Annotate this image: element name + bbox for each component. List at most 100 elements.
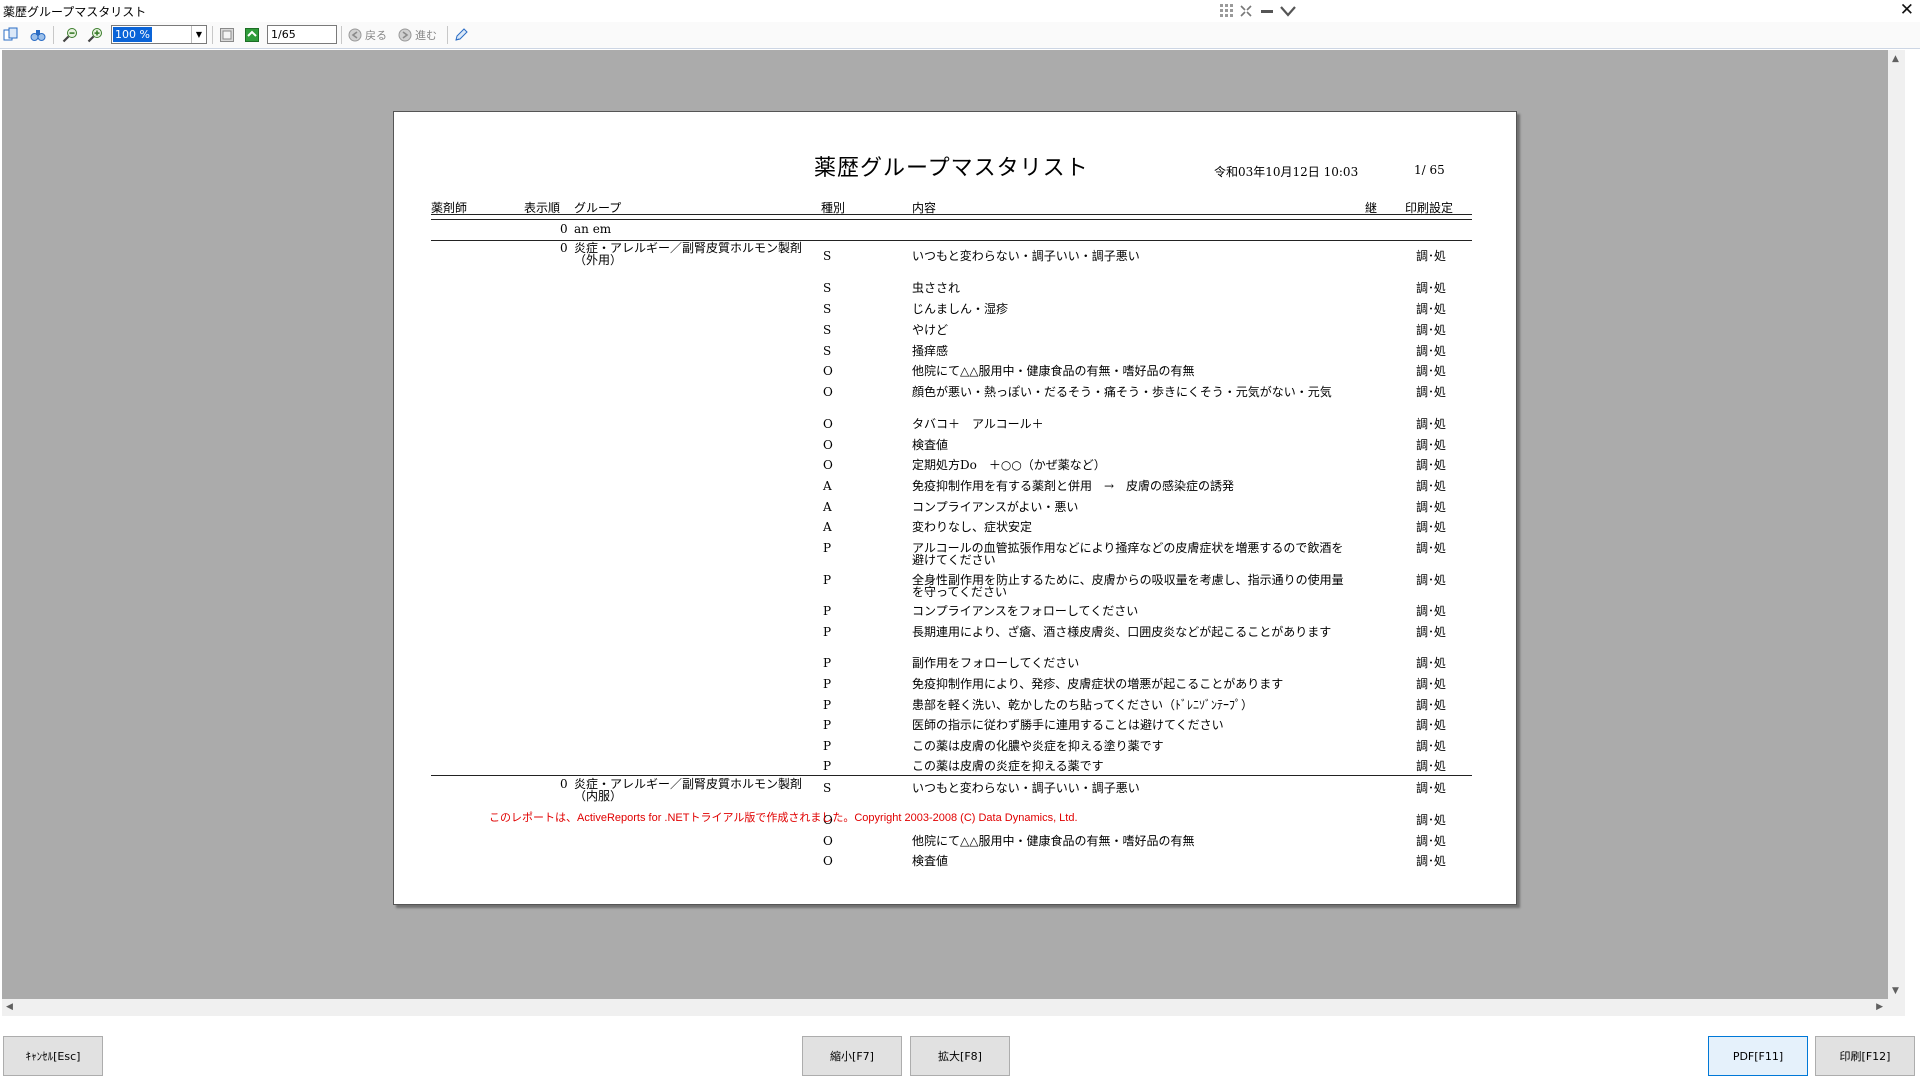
row-print-setting: 調･処	[1416, 718, 1447, 732]
row-content: じんましん・湿疹	[912, 302, 1009, 316]
row-kind: P	[823, 656, 832, 670]
row-kind: P	[823, 677, 832, 691]
zoom-out-tool-button[interactable]	[62, 25, 78, 45]
forward-label: 進む	[415, 29, 437, 42]
dropdown-arrow-icon[interactable]: ▼	[191, 26, 206, 43]
back-icon	[348, 28, 362, 42]
report-preview-window: 薬歴グループマスタリスト ✕ 100 % ▼ 1/65 戻る 進む 薬歴グループ…	[0, 0, 1920, 1080]
row-print-setting: 調･処	[1416, 417, 1447, 431]
find-button[interactable]	[30, 25, 46, 45]
row-kind: P	[823, 739, 832, 753]
row-content: 副作用をフォローしてください	[912, 656, 1080, 670]
scroll-up-icon[interactable]: ▲	[1892, 54, 1899, 64]
report-page-number: 1/ 65	[1414, 163, 1445, 177]
row-print-setting: 調･処	[1416, 364, 1447, 378]
row-kind: A	[823, 500, 832, 514]
header-rule	[431, 219, 1472, 220]
pdf-button[interactable]: PDF[F11]	[1708, 1036, 1808, 1076]
annotation-button[interactable]	[453, 25, 469, 45]
row-kind: P	[823, 718, 832, 732]
row-kind: P	[823, 698, 832, 712]
row-content: コンプライアンスをフォローしてください	[912, 604, 1139, 618]
row-kind: O	[823, 364, 833, 378]
page-prev-icon	[220, 28, 234, 42]
row-print-setting: 調･処	[1416, 625, 1447, 639]
row-print-setting: 調･処	[1416, 479, 1447, 493]
row-kind: P	[823, 573, 832, 587]
row-kind: P	[823, 541, 832, 555]
row-content: 医師の指示に従わず勝手に連用することは避けてください	[912, 718, 1224, 732]
zoom-in-button[interactable]: 拡大[F8]	[910, 1036, 1010, 1076]
row-content: やけど	[912, 323, 949, 337]
group-divider	[431, 775, 1472, 776]
back-button[interactable]: 戻る	[347, 25, 387, 45]
row-content: 患部を軽く洗い、乾かしたのち貼ってください（ﾄﾞﾚﾆｿﾞﾝﾃｰﾌﾟ）	[912, 698, 1254, 712]
row-content: 虫さされ	[912, 281, 961, 295]
scroll-down-icon[interactable]: ▼	[1892, 986, 1899, 996]
row-print-setting: 調･処	[1416, 302, 1447, 316]
close-icon[interactable]: ✕	[1900, 0, 1914, 20]
zoom-out-icon	[62, 28, 77, 43]
row-content: 全身性副作用を防止するために、皮膚からの吸収量を考慮し、指示通りの使用量を守って…	[912, 573, 1344, 599]
chevron-down-icon[interactable]	[1277, 1, 1299, 21]
row-kind: O	[823, 438, 833, 452]
binoculars-icon	[30, 30, 46, 41]
row-content: いつもと変わらない・調子いい・調子悪い	[912, 781, 1140, 795]
row-content: タバコ＋ アルコール＋	[912, 417, 1044, 431]
viewer-toolbar: 100 % ▼ 1/65 戻る 進む	[0, 22, 1920, 49]
row-kind: S	[823, 281, 832, 295]
forward-button[interactable]: 進む	[397, 25, 437, 45]
group-order: 0	[560, 222, 568, 236]
row-content: 定期処方Do ＋○○（かぜ薬など）	[912, 458, 1106, 472]
row-print-setting: 調･処	[1416, 458, 1447, 472]
zoom-out-button[interactable]: 縮小[F7]	[802, 1036, 902, 1076]
row-content: この薬は皮膚の化膿や炎症を抑える塗り薬です	[912, 739, 1164, 753]
zoom-in-icon	[87, 28, 102, 43]
row-print-setting: 調･処	[1416, 677, 1447, 691]
row-kind: S	[823, 302, 832, 316]
cancel-button[interactable]: ｷｬﾝｾﾙ[Esc]	[3, 1036, 103, 1076]
toolbar-separator	[447, 26, 448, 44]
row-kind: A	[823, 520, 832, 534]
row-content: アルコールの血管拡張作用などにより掻痒などの皮膚症状を増悪するので飲酒を避けてく…	[912, 541, 1344, 567]
row-content: コンプライアンスがよい・悪い	[912, 500, 1079, 514]
row-print-setting: 調･処	[1416, 541, 1447, 555]
pencil-icon	[455, 28, 468, 41]
row-print-setting: 調･処	[1416, 739, 1447, 753]
next-page-button[interactable]	[244, 25, 260, 45]
zoom-select[interactable]: 100 % ▼	[111, 25, 207, 44]
copy-icon	[3, 27, 18, 41]
prev-page-button[interactable]	[219, 25, 235, 45]
minimize-icon[interactable]	[1256, 1, 1278, 21]
row-kind: P	[823, 604, 832, 618]
toolbar-separator	[341, 26, 342, 44]
report-viewer[interactable]: 薬歴グループマスタリスト 令和03年10月12日 10:03 1/ 65 薬剤師…	[2, 50, 1905, 1016]
vertical-scrollbar[interactable]: ▲ ▼	[1888, 50, 1905, 1016]
row-kind: P	[823, 625, 832, 639]
row-kind: A	[823, 479, 832, 493]
row-kind: O	[823, 458, 833, 472]
row-print-setting: 調･処	[1416, 759, 1447, 773]
collapse-icon[interactable]	[1235, 1, 1257, 21]
print-button[interactable]: 印刷[F12]	[1815, 1036, 1915, 1076]
report-date: 令和03年10月12日 10:03	[1214, 165, 1359, 179]
back-label: 戻る	[365, 29, 387, 42]
row-print-setting: 調･処	[1416, 281, 1447, 295]
row-content: 他院にて△△服用中・健康食品の有無・嗜好品の有無	[912, 834, 1195, 848]
zoom-value: 100 %	[113, 27, 152, 42]
row-print-setting: 調･処	[1416, 573, 1447, 587]
group-name: 炎症・アレルギー／副腎皮質ホルモン製剤（外用）	[574, 241, 803, 267]
page-number-input[interactable]: 1/65	[267, 25, 337, 44]
scroll-right-icon[interactable]: ▶	[1876, 1002, 1883, 1012]
row-print-setting: 調･処	[1416, 604, 1447, 618]
row-print-setting: 調･処	[1416, 438, 1447, 452]
row-print-setting: 調･処	[1416, 834, 1447, 848]
copy-button[interactable]	[3, 25, 19, 45]
row-kind: O	[823, 854, 833, 868]
horizontal-scrollbar[interactable]: ◀ ▶	[2, 999, 1905, 1016]
row-content: 掻痒感	[912, 344, 949, 358]
zoom-in-tool-button[interactable]	[87, 25, 103, 45]
scroll-left-icon[interactable]: ◀	[6, 1002, 13, 1012]
row-kind: S	[823, 323, 832, 337]
row-kind: O	[823, 417, 833, 431]
